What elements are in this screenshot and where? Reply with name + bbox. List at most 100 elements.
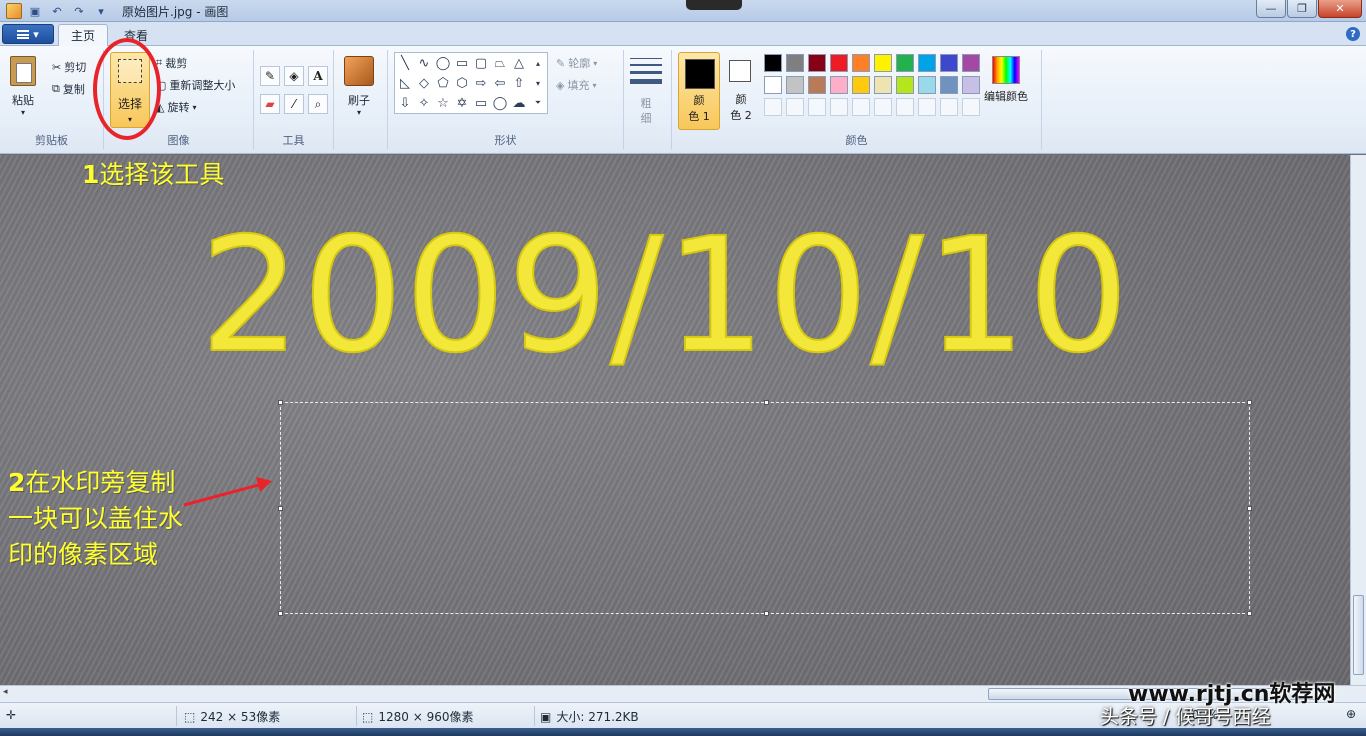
polygon-shape-icon[interactable]: ⏢ bbox=[491, 54, 509, 72]
palette-swatch[interactable] bbox=[896, 54, 914, 72]
four-star-shape-icon[interactable]: ✧ bbox=[415, 94, 433, 112]
cut-button[interactable]: ✂ 剪切 bbox=[52, 58, 86, 76]
diamond-shape-icon[interactable]: ◇ bbox=[415, 74, 433, 92]
rectangle-shape-icon[interactable]: ▭ bbox=[453, 54, 471, 72]
custom-color-slot[interactable] bbox=[940, 98, 958, 116]
crop-button[interactable]: ⌗ 裁剪 bbox=[156, 54, 187, 72]
selection-handle-br[interactable] bbox=[1247, 611, 1252, 616]
custom-color-slot[interactable] bbox=[962, 98, 980, 116]
rounded-rect-shape-icon[interactable]: ▢ bbox=[472, 54, 490, 72]
brushes-dropdown-icon: ▾ bbox=[356, 108, 361, 117]
five-star-shape-icon[interactable]: ☆ bbox=[434, 94, 452, 112]
color-picker-icon[interactable]: ⁄ bbox=[284, 94, 304, 114]
custom-color-slot[interactable] bbox=[764, 98, 782, 116]
cloud-callout-shape-icon[interactable]: ☁ bbox=[510, 94, 528, 112]
selection-handle-t[interactable] bbox=[764, 400, 769, 405]
magnifier-icon[interactable]: ⌕ bbox=[308, 94, 328, 114]
six-star-shape-icon[interactable]: ✡ bbox=[453, 94, 471, 112]
selection-handle-b[interactable] bbox=[764, 611, 769, 616]
right-arrow-shape-icon[interactable]: ⇨ bbox=[472, 74, 490, 92]
line-shape-icon[interactable]: ╲ bbox=[396, 54, 414, 72]
down-arrow-shape-icon[interactable]: ⇩ bbox=[396, 94, 414, 112]
left-arrow-shape-icon[interactable]: ⇦ bbox=[491, 74, 509, 92]
curve-shape-icon[interactable]: ∿ bbox=[415, 54, 433, 72]
help-icon[interactable]: ? bbox=[1346, 27, 1360, 41]
palette-swatch[interactable] bbox=[962, 76, 980, 94]
brushes-button[interactable]: 刷子 ▾ bbox=[344, 56, 374, 117]
shapes-expand-icon[interactable]: ⏷ bbox=[531, 94, 545, 112]
palette-swatch[interactable] bbox=[808, 76, 826, 94]
hexagon-shape-icon[interactable]: ⬡ bbox=[453, 74, 471, 92]
palette-swatch[interactable] bbox=[786, 76, 804, 94]
palette-swatch[interactable] bbox=[918, 76, 936, 94]
pencil-icon[interactable]: ✎ bbox=[260, 66, 280, 86]
pentagon-shape-icon[interactable]: ⬠ bbox=[434, 74, 452, 92]
minimize-button[interactable]: — bbox=[1256, 0, 1286, 18]
selection-rectangle[interactable] bbox=[278, 400, 1252, 616]
palette-swatch[interactable] bbox=[852, 54, 870, 72]
palette-swatch[interactable] bbox=[830, 76, 848, 94]
palette-swatch[interactable] bbox=[962, 54, 980, 72]
edit-colors-button[interactable]: 编辑颜色 bbox=[984, 56, 1028, 104]
zoom-in-icon[interactable]: ⊕ bbox=[1346, 707, 1356, 721]
save-icon[interactable]: ▣ bbox=[26, 3, 44, 19]
up-arrow-shape-icon[interactable]: ⇧ bbox=[510, 74, 528, 92]
palette-swatch[interactable] bbox=[874, 76, 892, 94]
color2-button[interactable]: 颜 色 2 bbox=[724, 52, 758, 130]
drawing-canvas[interactable]: 2009/10/10 1选择该工具 2在水印旁复制 一块可以盖住水 印的像素区域 bbox=[0, 155, 1350, 685]
paste-button[interactable]: 粘贴 ▾ bbox=[10, 56, 36, 117]
selection-handle-r[interactable] bbox=[1247, 506, 1252, 511]
outline-button[interactable]: ✎ 轮廓 ▾ bbox=[556, 54, 597, 72]
palette-swatch[interactable] bbox=[918, 54, 936, 72]
custom-color-slot[interactable] bbox=[896, 98, 914, 116]
custom-color-slot[interactable] bbox=[874, 98, 892, 116]
redo-icon[interactable]: ↷ bbox=[70, 3, 88, 19]
palette-swatch[interactable] bbox=[808, 54, 826, 72]
close-button[interactable]: ✕ bbox=[1318, 0, 1362, 18]
palette-swatch[interactable] bbox=[764, 76, 782, 94]
palette-swatch[interactable] bbox=[852, 76, 870, 94]
shapes-scroll-down-icon[interactable]: ▾ bbox=[531, 74, 545, 92]
palette-swatch[interactable] bbox=[940, 76, 958, 94]
fill-bucket-icon[interactable]: ◈ bbox=[284, 66, 304, 86]
rect-callout-shape-icon[interactable]: ▭ bbox=[472, 94, 490, 112]
rotate-button[interactable]: ◭ 旋转 ▾ bbox=[156, 98, 196, 116]
paint-menu-button[interactable]: ▾ bbox=[2, 24, 54, 44]
undo-icon[interactable]: ↶ bbox=[48, 3, 66, 19]
selection-handle-tr[interactable] bbox=[1247, 400, 1252, 405]
scroll-left-icon[interactable]: ◂ bbox=[3, 687, 8, 697]
palette-swatch[interactable] bbox=[940, 54, 958, 72]
window-title: 原始图片.jpg - 画图 bbox=[122, 5, 229, 19]
vertical-scrollbar[interactable] bbox=[1350, 155, 1366, 685]
custom-color-slot[interactable] bbox=[852, 98, 870, 116]
text-tool-icon[interactable]: A bbox=[308, 66, 328, 86]
custom-color-slot[interactable] bbox=[786, 98, 804, 116]
rotate-dropdown-icon: ▾ bbox=[192, 102, 197, 112]
palette-swatch[interactable] bbox=[830, 54, 848, 72]
oval-shape-icon[interactable]: ◯ bbox=[434, 54, 452, 72]
copy-button[interactable]: ⧉ 复制 bbox=[52, 80, 85, 98]
palette-swatch[interactable] bbox=[786, 54, 804, 72]
custom-color-slot[interactable] bbox=[918, 98, 936, 116]
customize-qat-icon[interactable]: ▾ bbox=[92, 3, 110, 19]
oval-callout-shape-icon[interactable]: ◯ bbox=[491, 94, 509, 112]
custom-color-slot[interactable] bbox=[808, 98, 826, 116]
size-group[interactable]: 粗细 bbox=[624, 50, 672, 150]
paint-app-icon[interactable] bbox=[6, 3, 22, 19]
tab-home[interactable]: 主页 bbox=[58, 24, 109, 46]
right-triangle-shape-icon[interactable]: ◺ bbox=[396, 74, 414, 92]
fill-button[interactable]: ◈ 填充 ▾ bbox=[556, 76, 596, 94]
triangle-shape-icon[interactable]: △ bbox=[510, 54, 528, 72]
taskbar bbox=[0, 728, 1366, 736]
palette-swatch[interactable] bbox=[764, 54, 782, 72]
selection-handle-bl[interactable] bbox=[278, 611, 283, 616]
resize-button[interactable]: ▢ 重新调整大小 bbox=[156, 76, 235, 94]
color1-button[interactable]: 颜 色 1 bbox=[678, 52, 720, 130]
maximize-button[interactable]: ❐ bbox=[1287, 0, 1317, 18]
custom-color-slot[interactable] bbox=[830, 98, 848, 116]
palette-swatch[interactable] bbox=[896, 76, 914, 94]
palette-swatch[interactable] bbox=[874, 54, 892, 72]
vertical-scroll-thumb[interactable] bbox=[1353, 595, 1364, 675]
eraser-icon[interactable]: ▰ bbox=[260, 94, 280, 114]
shapes-scroll-up-icon[interactable]: ▴ bbox=[531, 54, 545, 72]
